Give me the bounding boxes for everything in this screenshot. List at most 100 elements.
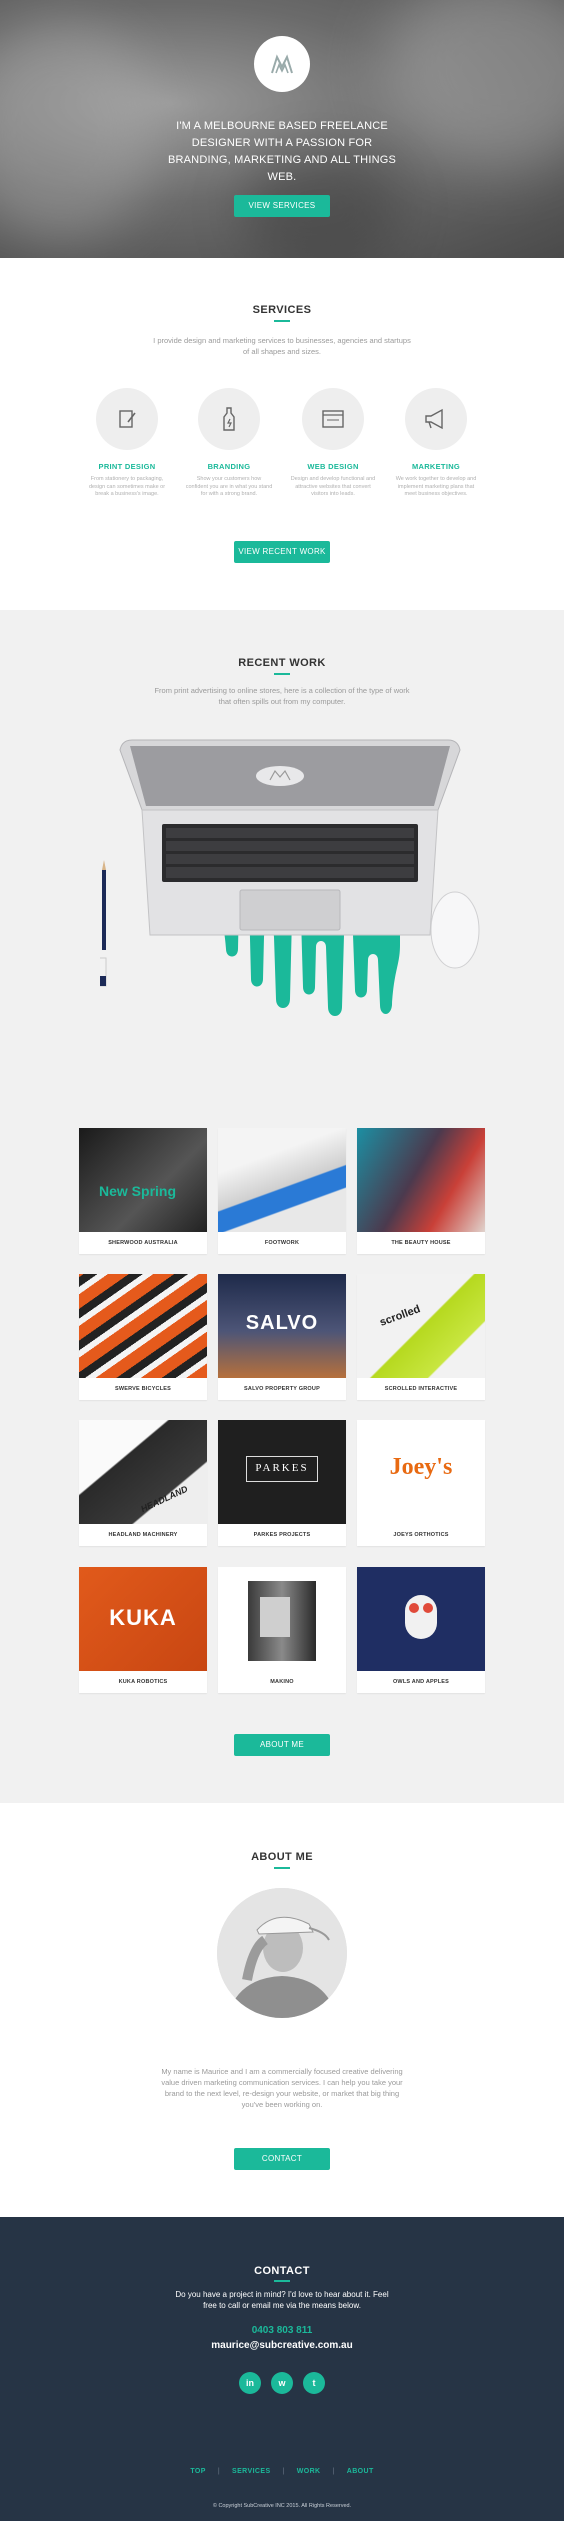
portfolio-thumbnail: PARKES: [218, 1420, 346, 1524]
footer-nav-work[interactable]: WORK: [297, 2468, 321, 2475]
portfolio-thumbnail: Joey's: [357, 1420, 485, 1524]
portfolio-thumbnail: scrolled: [357, 1274, 485, 1378]
portfolio-label: PARKES PROJECTS: [253, 1532, 311, 1538]
portfolio-thumbnail: [357, 1567, 485, 1671]
portfolio-label: HEADLAND MACHINERY: [108, 1532, 178, 1538]
service-title: PRINT DESIGN: [98, 462, 156, 471]
portfolio-thumbnail: [79, 1274, 207, 1378]
portfolio-item-owls-and-apples[interactable]: OWLS AND APPLES: [357, 1567, 485, 1693]
portfolio-label: THE BEAUTY HOUSE: [391, 1240, 451, 1246]
copyright: © Copyright SubCreative INC 2015. All Ri…: [212, 2503, 352, 2509]
portfolio-item-sherwood-australia[interactable]: New Spring SHERWOOD AUSTRALIA: [79, 1128, 207, 1254]
browser-window-icon: [302, 388, 364, 450]
thumbnail-artwork-text: SALVO: [245, 1312, 319, 1334]
about-section: ABOUT ME My name is Maurice and I am a c…: [0, 1803, 564, 2217]
services-section: SERVICES I provide design and marketing …: [0, 258, 564, 610]
portfolio-item-kuka-robotics[interactable]: KUKA KUKA ROBOTICS: [79, 1567, 207, 1693]
profile-photo: [217, 1888, 347, 2018]
portfolio-item-headland-machinery[interactable]: HEADLAND HEADLAND MACHINERY: [79, 1420, 207, 1546]
service-marketing: MARKETING We work together to develop an…: [388, 388, 484, 499]
service-description: We work together to develop and implemen…: [395, 476, 477, 497]
service-description: Show your customers how confident you ar…: [185, 476, 273, 497]
portfolio-thumbnail: HEADLAND: [79, 1420, 207, 1524]
service-print-design: PRINT DESIGN From stationery to packagin…: [79, 388, 175, 499]
nav-separator: |: [332, 2468, 335, 2475]
title-divider: [274, 2280, 290, 2282]
portfolio-label: SALVO PROPERTY GROUP: [244, 1386, 320, 1392]
bottle-icon: [198, 388, 260, 450]
twitter-icon[interactable]: t: [303, 2372, 325, 2394]
portfolio-label: SHERWOOD AUSTRALIA: [108, 1240, 178, 1246]
megaphone-icon: [405, 388, 467, 450]
hero-tagline: I'M A MELBOURNE BASED FREELANCE DESIGNER…: [167, 120, 397, 183]
hero-section: I'M A MELBOURNE BASED FREELANCE DESIGNER…: [0, 0, 564, 258]
recent-work-section: RECENT WORK From print advertising to on…: [0, 610, 564, 1803]
contact-section: CONTACT Do you have a project in mind? I…: [0, 2217, 564, 2521]
contact-email[interactable]: maurice@subcreative.com.au: [0, 2340, 564, 2351]
about-me-button[interactable]: ABOUT ME: [234, 1734, 330, 1756]
footer-nav: TOP | SERVICES | WORK | ABOUT: [0, 2468, 564, 2475]
hero-background-blur: [0, 20, 160, 240]
portfolio-label: JOEYS ORTHOTICS: [393, 1532, 449, 1538]
portfolio-label: SWERVE BICYCLES: [114, 1386, 172, 1392]
title-divider: [274, 673, 290, 675]
hero-background-blur: [380, 0, 564, 170]
portfolio-item-salvo-property-group[interactable]: SALVO SALVO PROPERTY GROUP: [218, 1274, 346, 1400]
about-text: My name is Maurice and I am a commercial…: [161, 2067, 403, 2109]
view-services-button[interactable]: VIEW SERVICES: [234, 195, 330, 217]
contact-lede: Do you have a project in mind? I'd love …: [175, 2290, 389, 2310]
portfolio-label: SCROLLED INTERACTIVE: [384, 1386, 458, 1392]
portfolio-thumbnail: New Spring: [79, 1128, 207, 1232]
thumbnail-artwork-text: Joey's: [389, 1454, 453, 1480]
nav-separator: |: [282, 2468, 285, 2475]
portfolio-item-footwork[interactable]: FOOTWORK: [218, 1128, 346, 1254]
services-lede: I provide design and marketing services …: [153, 336, 411, 356]
portfolio-label: OWLS AND APPLES: [392, 1679, 450, 1685]
portfolio-item-joeys-orthotics[interactable]: Joey's JOEYS ORTHOTICS: [357, 1420, 485, 1546]
portfolio-item-swerve-bicycles[interactable]: SWERVE BICYCLES: [79, 1274, 207, 1400]
portfolio-thumbnail: [357, 1128, 485, 1232]
thumbnail-artwork-text: scrolled: [378, 1303, 422, 1329]
portfolio-item-makino[interactable]: MAKINO: [218, 1567, 346, 1693]
portfolio-item-the-beauty-house[interactable]: THE BEAUTY HOUSE: [357, 1128, 485, 1254]
service-title: BRANDING: [207, 462, 251, 471]
service-title: MARKETING: [411, 462, 461, 471]
portfolio-thumbnail: [218, 1128, 346, 1232]
thumbnail-artwork-text: New Spring: [99, 1183, 177, 1199]
view-recent-work-button[interactable]: VIEW RECENT WORK: [234, 541, 330, 563]
portfolio-label: KUKA ROBOTICS: [118, 1679, 168, 1685]
portfolio-label: FOOTWORK: [264, 1240, 300, 1246]
service-title: WEB DESIGN: [307, 462, 359, 471]
about-title: ABOUT ME: [251, 1851, 313, 1863]
portfolio-item-parkes-projects[interactable]: PARKES PARKES PROJECTS: [218, 1420, 346, 1546]
services-title: SERVICES: [252, 304, 312, 316]
portfolio-thumbnail: KUKA: [79, 1567, 207, 1671]
title-divider: [274, 320, 290, 322]
pencil-document-icon: [96, 388, 158, 450]
portfolio-item-scrolled-interactive[interactable]: scrolled SCROLLED INTERACTIVE: [357, 1274, 485, 1400]
service-branding: BRANDING Show your customers how confide…: [181, 388, 277, 499]
logo-icon[interactable]: [254, 36, 310, 92]
contact-button[interactable]: CONTACT: [234, 2148, 330, 2170]
linkedin-icon[interactable]: in: [239, 2372, 261, 2394]
vimeo-icon[interactable]: w: [271, 2372, 293, 2394]
footer-nav-about[interactable]: ABOUT: [347, 2468, 374, 2475]
portfolio-thumbnail: SALVO: [218, 1274, 346, 1378]
portfolio-label: MAKINO: [270, 1679, 294, 1685]
title-divider: [274, 1867, 290, 1869]
contact-title: CONTACT: [254, 2265, 310, 2277]
portfolio-thumbnail: [218, 1567, 346, 1671]
recent-work-lede: From print advertising to online stores,…: [154, 686, 410, 706]
recent-work-title: RECENT WORK: [238, 657, 326, 669]
service-description: Design and develop functional and attrac…: [290, 476, 376, 497]
laptop-illustration: [91, 730, 480, 1030]
thumbnail-artwork-text: HEADLAND: [139, 1483, 190, 1515]
footer-nav-services[interactable]: SERVICES: [232, 2468, 270, 2475]
service-web-design: WEB DESIGN Design and develop functional…: [285, 388, 381, 499]
thumbnail-artwork-text: KUKA: [109, 1605, 177, 1630]
footer-nav-top[interactable]: TOP: [190, 2468, 205, 2475]
thumbnail-artwork-text: PARKES: [255, 1462, 309, 1474]
contact-phone[interactable]: 0403 803 811: [0, 2325, 564, 2336]
service-description: From stationery to packaging, design can…: [88, 476, 166, 497]
nav-separator: |: [217, 2468, 221, 2475]
